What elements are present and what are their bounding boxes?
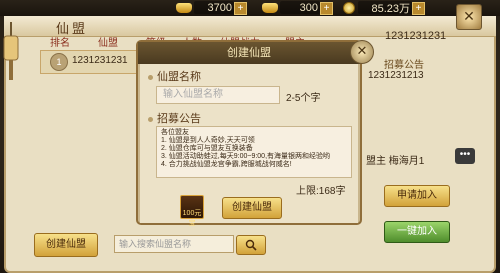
bullet-icon (148, 116, 153, 122)
create-guild-button[interactable]: 创建仙盟 (34, 233, 98, 257)
notice-line: 各位盟友 (161, 129, 189, 136)
one-key-join-button[interactable]: 一键加入 (384, 221, 450, 243)
gold-ingot-icon (176, 3, 192, 13)
header-name: 仙盟 (98, 38, 118, 49)
notice-label: 招募公告 (157, 113, 201, 125)
add-gold-button[interactable]: + (234, 2, 247, 15)
rank-badge: 1 (50, 53, 68, 71)
cost-label: 100元宝 (182, 210, 202, 227)
apply-join-button[interactable]: 申请加入 (384, 185, 450, 207)
detail-leader: 盟主 梅海月1 (366, 156, 425, 167)
notice-line: 1. 仙盟是到人人奇妙,天天可领 (161, 137, 255, 144)
name-hint: 2-5个字 (286, 93, 321, 104)
name-label-row: 仙盟名称 (148, 68, 201, 84)
detail-notice-label: 招募公告 (384, 60, 424, 71)
char-limit: 上限:168字 (296, 186, 346, 197)
chat-button[interactable]: ••• (455, 148, 475, 164)
lantern-icon (3, 22, 19, 80)
row-guild-name: 1231231231 (72, 55, 128, 66)
gold-amount: 3700 (194, 1, 234, 14)
dialog-close-button[interactable]: ✕ (350, 40, 374, 64)
dialog-title: 创建仙盟 (138, 42, 360, 64)
add-coin-button[interactable]: + (412, 2, 425, 15)
header-rank: 排名 (50, 38, 70, 49)
search-icon (245, 239, 257, 251)
resource-bar (0, 0, 500, 16)
notice-line: 2. 仙盟仓库可与盟友互换装备 (161, 145, 253, 152)
detail-guild-id: 1231231231 (385, 30, 447, 42)
silver-ingot-icon (262, 3, 278, 13)
window-close-button[interactable]: ✕ (456, 4, 482, 30)
notice-line: 3. 仙盟活动助蛙过,每天9:00~9:00,有海量银两和经验哟 (161, 153, 331, 160)
notice-line: 4. 合力挑战仙盟龙宫争霸,跨服城战何威名! (161, 161, 292, 168)
notice-textarea[interactable]: 各位盟友 1. 仙盟是到人人奇妙,天天可领 2. 仙盟仓库可与盟友互换装备 3.… (156, 126, 352, 178)
name-label: 仙盟名称 (157, 71, 201, 83)
confirm-create-button[interactable]: 创建仙盟 (222, 197, 282, 219)
bullet-icon (148, 74, 153, 80)
guild-name-input[interactable]: 输入仙盟名称 (156, 86, 280, 104)
search-button[interactable] (236, 235, 266, 255)
yuanbao-cost-icon: 100元宝 (180, 195, 204, 227)
search-input[interactable]: 输入搜索仙盟名称 (114, 235, 234, 253)
detail-number: 1231231213 (368, 70, 424, 81)
add-silver-button[interactable]: + (320, 2, 333, 15)
coin-icon (343, 2, 355, 14)
silver-amount: 300 (280, 1, 320, 14)
notice-label-row: 招募公告 (148, 110, 201, 126)
coin-amount: 85.23万 (358, 1, 412, 15)
